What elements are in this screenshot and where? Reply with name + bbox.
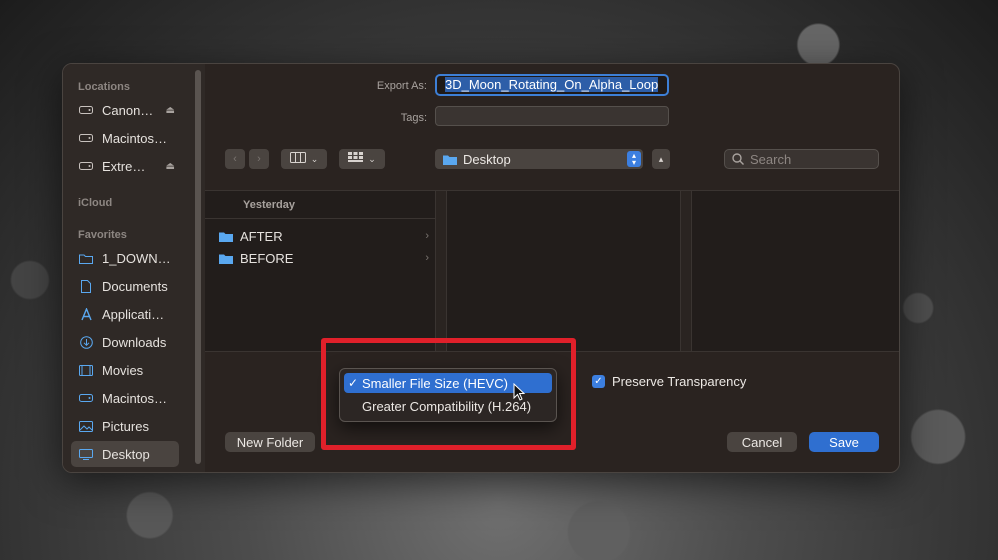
sidebar-item-label: 1_DOWN… bbox=[102, 250, 171, 266]
movies-icon bbox=[79, 364, 93, 376]
sidebar-item-label: Documents bbox=[102, 278, 168, 294]
search-icon bbox=[732, 153, 744, 165]
export-as-field[interactable]: 3D_Moon_Rotating_On_Alpha_Loop bbox=[435, 74, 669, 96]
folder-icon bbox=[443, 154, 457, 165]
sidebar-item-macintosh-hd[interactable]: Macintos… bbox=[71, 125, 179, 151]
view-mode-button[interactable]: ⌄ bbox=[281, 149, 327, 169]
chevron-up-icon: ▴ bbox=[658, 153, 664, 164]
preserve-transparency-label: Preserve Transparency bbox=[612, 374, 747, 389]
sidebar-scrollbar[interactable] bbox=[195, 70, 201, 464]
list-item[interactable]: BEFORE › bbox=[219, 248, 429, 268]
drive-icon bbox=[79, 160, 93, 172]
search-field[interactable]: Search bbox=[724, 149, 879, 169]
chevron-right-icon: › bbox=[425, 252, 429, 264]
drive-icon bbox=[79, 104, 93, 116]
updown-chevron-icon: ▴ ▾ bbox=[627, 151, 641, 167]
sidebar-item-label: Pictures bbox=[102, 418, 149, 434]
sidebar-item-desktop[interactable]: Desktop bbox=[71, 441, 179, 467]
pictures-icon bbox=[79, 420, 93, 432]
column-divider[interactable] bbox=[680, 191, 692, 351]
sidebar-item-movies[interactable]: Movies bbox=[71, 357, 179, 383]
sidebar-item-label: Macintos… bbox=[102, 130, 168, 146]
sidebar-item-documents[interactable]: Documents bbox=[71, 273, 179, 299]
sidebar-item-label: Desktop bbox=[102, 446, 150, 462]
drive-icon bbox=[79, 132, 93, 144]
sidebar-item-extreme[interactable]: Extre… ⏏ bbox=[71, 153, 179, 179]
sidebar-item-label: Downloads bbox=[102, 334, 167, 350]
sidebar-item-label: Extre… bbox=[102, 158, 146, 174]
desktop-icon bbox=[79, 448, 93, 460]
tags-field[interactable] bbox=[435, 106, 669, 126]
sidebar-item-macintosh-hd-2[interactable]: Macintos… bbox=[71, 385, 179, 411]
download-icon bbox=[79, 335, 93, 349]
chevron-left-icon: ‹ bbox=[233, 153, 237, 165]
columns-view-icon bbox=[289, 152, 306, 166]
new-folder-button[interactable]: New Folder bbox=[225, 432, 315, 452]
folder-icon bbox=[219, 253, 233, 264]
folder-icon bbox=[79, 252, 93, 264]
sidebar-item-label: Movies bbox=[102, 362, 144, 378]
sidebar-item-label: Applicati… bbox=[102, 306, 165, 322]
sidebar-item-applications[interactable]: Applicati… bbox=[71, 301, 179, 327]
location-popup[interactable]: Desktop ▴ ▾ bbox=[435, 149, 643, 169]
location-label: Desktop bbox=[463, 151, 511, 167]
folder-icon bbox=[219, 231, 233, 242]
sidebar-item-label: Canon… bbox=[102, 102, 154, 118]
export-as-value: 3D_Moon_Rotating_On_Alpha_Loop bbox=[445, 77, 659, 92]
group-header: Yesterday bbox=[243, 199, 295, 211]
sidebar-item-pictures[interactable]: Pictures bbox=[71, 413, 179, 439]
chevron-right-icon: › bbox=[257, 153, 261, 165]
sidebar-item-label: Macintos… bbox=[102, 390, 168, 406]
highlight-annotation-box bbox=[321, 338, 576, 450]
applications-icon bbox=[79, 307, 93, 320]
preserve-transparency-checkbox[interactable]: ✓ Preserve Transparency bbox=[592, 374, 746, 389]
list-item-label: BEFORE bbox=[240, 250, 294, 266]
back-button[interactable]: ‹ bbox=[225, 149, 245, 169]
document-icon bbox=[79, 279, 93, 293]
list-item[interactable]: AFTER › bbox=[219, 226, 429, 246]
eject-icon[interactable]: ⏏ bbox=[166, 105, 175, 116]
browser-column: Yesterday AFTER › BEFORE › bbox=[205, 191, 435, 351]
chevron-right-icon: › bbox=[425, 230, 429, 242]
divider bbox=[205, 218, 435, 219]
sidebar-section-favorites: Favorites bbox=[78, 229, 127, 241]
save-button[interactable]: Save bbox=[809, 432, 879, 452]
eject-icon[interactable]: ⏏ bbox=[166, 161, 175, 172]
forward-button[interactable]: › bbox=[249, 149, 269, 169]
sidebar-section-icloud: iCloud bbox=[78, 197, 113, 209]
sidebar-item-1-downloads-folder[interactable]: 1_DOWN… bbox=[71, 245, 179, 271]
drive-icon bbox=[79, 392, 93, 404]
cancel-button[interactable]: Cancel bbox=[727, 432, 797, 452]
sidebar: Locations Canon… ⏏ Macintos… Extre… ⏏ iC… bbox=[63, 64, 205, 472]
sidebar-item-downloads[interactable]: Downloads bbox=[71, 329, 179, 355]
tags-label: Tags: bbox=[400, 112, 427, 124]
file-browser: Yesterday AFTER › BEFORE › bbox=[205, 190, 899, 352]
mouse-cursor-icon bbox=[513, 383, 526, 401]
search-placeholder: Search bbox=[750, 151, 792, 167]
chevron-down-icon: ⌄ bbox=[310, 153, 319, 164]
sidebar-item-canon[interactable]: Canon… ⏏ bbox=[71, 97, 179, 123]
column-divider[interactable] bbox=[435, 191, 447, 351]
expand-toggle-button[interactable]: ▴ bbox=[652, 149, 670, 169]
checkmark-icon: ✓ bbox=[592, 375, 605, 388]
grid-icon bbox=[348, 152, 364, 166]
group-button[interactable]: ⌄ bbox=[339, 149, 385, 169]
list-item-label: AFTER bbox=[240, 228, 283, 244]
export-as-label: Export As: bbox=[376, 80, 427, 92]
chevron-down-icon: ⌄ bbox=[368, 153, 376, 164]
sidebar-section-locations: Locations bbox=[78, 81, 130, 93]
